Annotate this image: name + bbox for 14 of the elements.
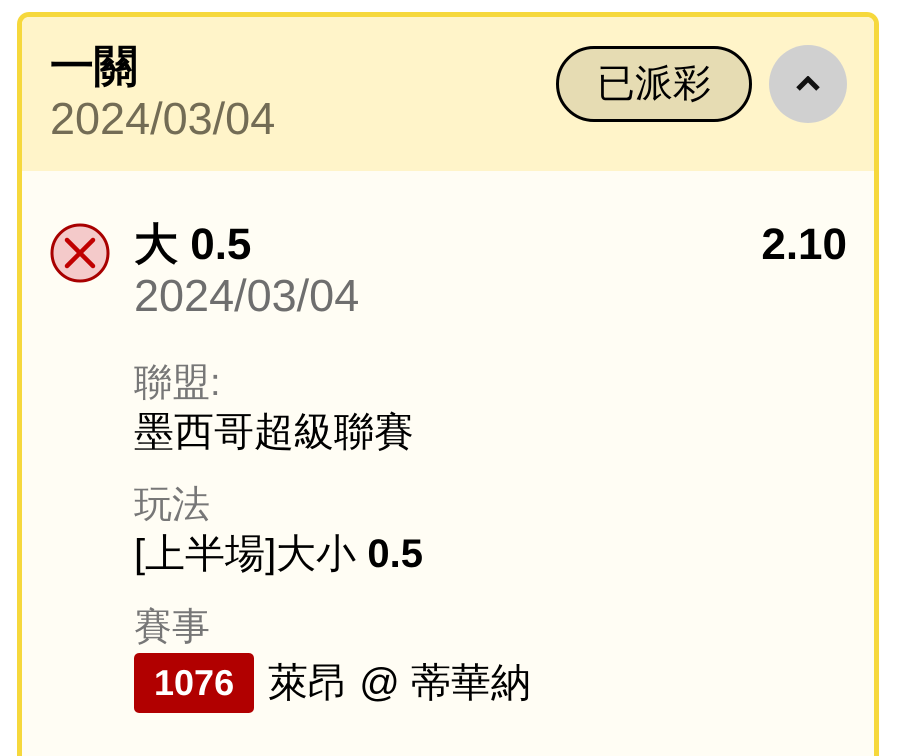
match-number-badge: 1076 (134, 653, 254, 713)
detail-label: 玩法 (134, 483, 211, 528)
card-title: 一關 (50, 41, 139, 93)
odds-text: 2.10 (761, 219, 847, 271)
bet-date: 2024/03/04 (134, 271, 360, 321)
selection-text: 大 0.5 (134, 219, 252, 271)
detail-value: [上半場]大小 0.5 (134, 531, 424, 578)
detail-label: 賽事 (134, 605, 211, 650)
detail-value: 墨西哥超級聯賽 (134, 409, 415, 456)
detail-label: 聯盟: (134, 361, 222, 406)
status-badge: 已派彩 (556, 46, 752, 122)
chevron-up-icon (795, 76, 821, 92)
match-teams: 萊昂 @ 蒂華納 (268, 660, 531, 707)
card-date: 2024/03/04 (50, 93, 276, 145)
